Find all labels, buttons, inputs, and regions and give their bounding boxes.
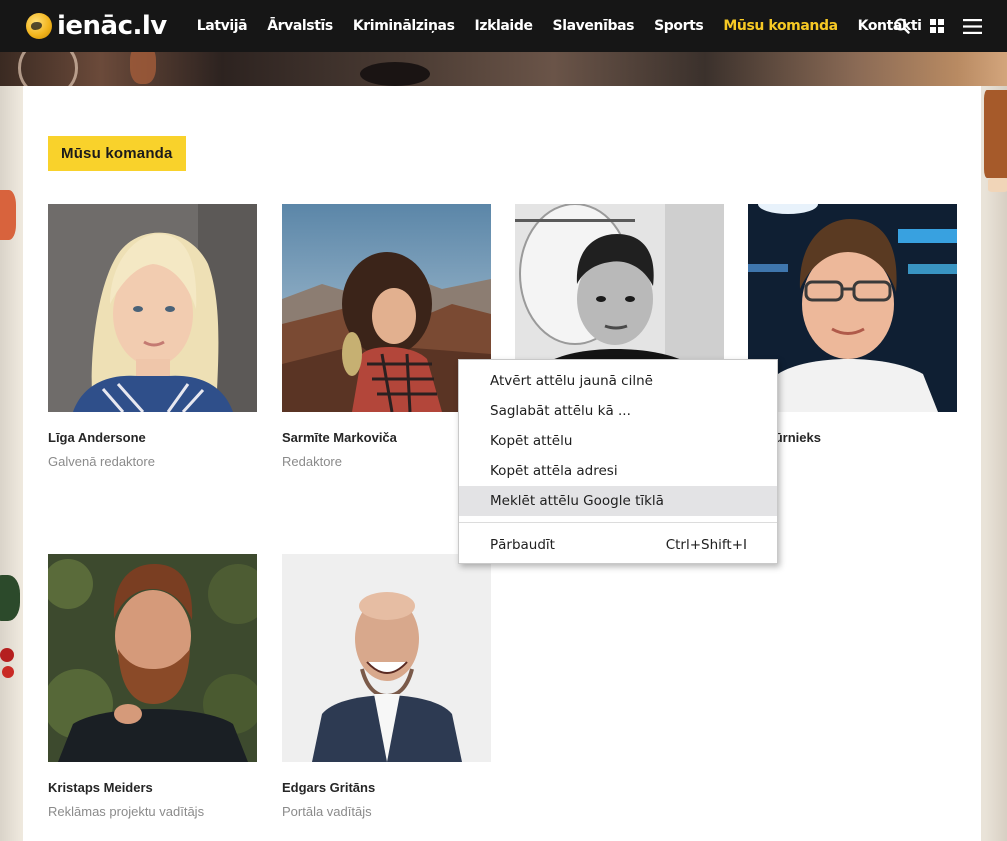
menu-item-label: Meklēt attēlu Google tīklā — [490, 493, 664, 509]
nav-icon-group — [878, 0, 983, 52]
menu-item-inspect[interactable]: Pārbaudīt Ctrl+Shift+I — [459, 530, 777, 560]
member-photo[interactable] — [282, 554, 491, 762]
team-member-card: Līga Andersone Galvenā redaktore — [48, 204, 257, 469]
menu-item-shortcut: Ctrl+Shift+I — [665, 537, 747, 553]
background-decoration — [988, 178, 1007, 192]
nav-item-musu-komanda[interactable]: Mūsu komanda — [723, 18, 838, 34]
member-role: tors — [748, 454, 957, 469]
member-role: Reklāmas projektu vadītājs — [48, 804, 205, 819]
search-icon[interactable] — [891, 15, 913, 37]
member-role: Portāla vadītājs — [282, 804, 372, 819]
member-name: Līga Andersone — [48, 430, 146, 445]
background-decoration — [0, 575, 20, 621]
member-role: Galvenā redaktore — [48, 454, 155, 469]
menu-item-save-image-as[interactable]: Saglabāt attēlu kā ... — [459, 396, 777, 426]
section-title-badge: Mūsu komanda — [48, 136, 186, 171]
hamburger-menu-icon[interactable] — [961, 15, 983, 37]
team-member-card: Edgars Gritāns Portāla vadītājs — [282, 554, 491, 819]
logo-text: ienāc.lv — [57, 11, 167, 41]
hero-banner-image — [0, 52, 1007, 86]
nav-item-arvalstis[interactable]: Ārvalstīs — [267, 18, 333, 34]
nav-item-latvija[interactable]: Latvijā — [197, 18, 248, 34]
nav-item-izklaide[interactable]: Izklaide — [475, 18, 533, 34]
menu-item-label: Atvērt attēlu jaunā cilnē — [490, 373, 653, 389]
menu-item-label: Saglabāt attēlu kā ... — [490, 403, 631, 419]
menu-item-copy-image-address[interactable]: Kopēt attēla adresi — [459, 456, 777, 486]
globe-icon — [26, 13, 52, 39]
member-name: Kristaps Meiders — [48, 780, 153, 795]
nav-item-kriminalzinas[interactable]: Kriminālziņas — [353, 18, 455, 34]
background-decoration — [2, 666, 14, 678]
image-context-menu: Atvērt attēlu jaunā cilnē Saglabāt attēl… — [458, 359, 778, 564]
menu-item-label: Kopēt attēlu — [490, 433, 573, 449]
top-navigation-bar: ienāc.lv Latvijā Ārvalstīs Kriminālziņas… — [0, 0, 1007, 52]
nav-item-slavenibas[interactable]: Slavenības — [553, 18, 635, 34]
menu-item-label: Pārbaudīt — [490, 537, 555, 553]
team-member-card: rs Mūrnieks tors — [748, 204, 957, 469]
member-photo[interactable] — [48, 204, 257, 412]
grid-icon[interactable] — [926, 15, 948, 37]
menu-item-search-image-google[interactable]: Meklēt attēlu Google tīklā — [459, 486, 777, 516]
menu-item-label: Kopēt attēla adresi — [490, 463, 618, 479]
background-decoration — [984, 90, 1007, 178]
team-member-card: Kristaps Meiders Reklāmas projektu vadīt… — [48, 554, 257, 819]
member-name: rs Mūrnieks — [748, 430, 821, 445]
member-photo[interactable] — [48, 554, 257, 762]
nav-item-sports[interactable]: Sports — [654, 18, 704, 34]
menu-item-open-image-new-tab[interactable]: Atvērt attēlu jaunā cilnē — [459, 366, 777, 396]
member-photo[interactable] — [748, 204, 957, 412]
main-nav: Latvijā Ārvalstīs Kriminālziņas Izklaide… — [187, 18, 932, 34]
member-name: Edgars Gritāns — [282, 780, 376, 795]
background-decoration — [0, 648, 14, 662]
menu-item-copy-image[interactable]: Kopēt attēlu — [459, 426, 777, 456]
background-decoration — [0, 190, 16, 240]
site-logo[interactable]: ienāc.lv — [26, 11, 167, 41]
menu-separator — [459, 522, 777, 523]
